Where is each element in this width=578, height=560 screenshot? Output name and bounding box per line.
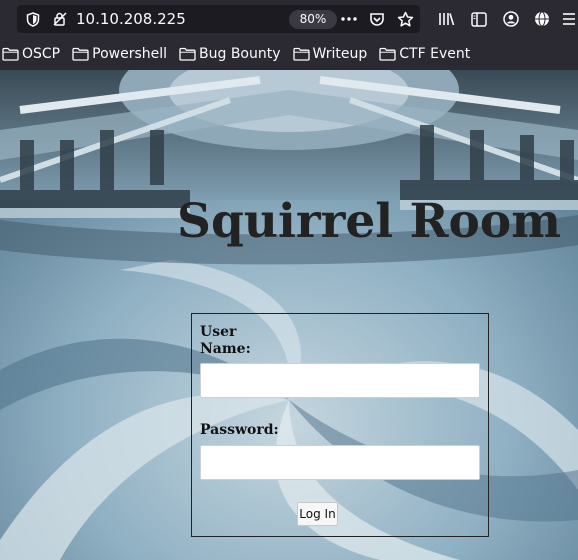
password-input[interactable] [200,445,480,480]
page-actions-icon[interactable] [340,11,358,27]
globe-extension-icon[interactable] [533,10,551,28]
folder-icon [2,47,19,61]
folder-icon [379,47,396,61]
login-form: User Name: Password: Log In [191,313,489,537]
username-label: User Name: [200,324,251,357]
insecure-connection-icon[interactable] [52,11,68,27]
bookmark-star-icon[interactable] [396,10,414,28]
bookmark-folder-powershell[interactable]: Powershell [72,46,167,62]
bookmark-label: Bug Bounty [199,46,281,62]
sidebar-icon[interactable] [470,10,488,28]
bookmark-folder-bug-bounty[interactable]: Bug Bounty [179,46,281,62]
folder-icon [292,47,310,61]
url-bar[interactable]: 10.10.208.225 80% [17,5,420,33]
page-title: Squirrel Room [177,194,561,249]
browser-toolbar: 10.10.208.225 80% [0,0,578,38]
library-icon[interactable] [437,10,455,28]
folder-icon [179,47,196,61]
bookmark-folder-writeup[interactable]: Writeup [292,46,368,62]
bookmark-label: Writeup [312,46,368,62]
password-label: Password: [200,422,279,438]
bookmark-folder-oscp[interactable]: OSCP [2,46,60,62]
url-text[interactable]: 10.10.208.225 [76,10,186,28]
login-button[interactable]: Log In [297,502,338,526]
pocket-icon[interactable] [368,11,386,27]
bookmark-folder-ctf-event[interactable]: CTF Event [379,46,470,62]
username-input[interactable] [200,363,480,398]
bookmark-label: Powershell [92,46,168,62]
menu-icon[interactable] [562,10,576,28]
bookmarks-toolbar: OSCP Powershell Bug Bounty Writeup CTF E… [0,38,578,70]
account-icon[interactable] [502,10,520,28]
folder-icon [72,47,89,61]
tracking-protection-shield-icon[interactable] [25,11,41,27]
zoom-level-badge[interactable]: 80% [289,10,337,29]
bookmark-label: OSCP [22,46,61,62]
bookmark-label: CTF Event [399,46,471,62]
web-page: Squirrel Room User Name: Password: Log I… [0,70,578,560]
